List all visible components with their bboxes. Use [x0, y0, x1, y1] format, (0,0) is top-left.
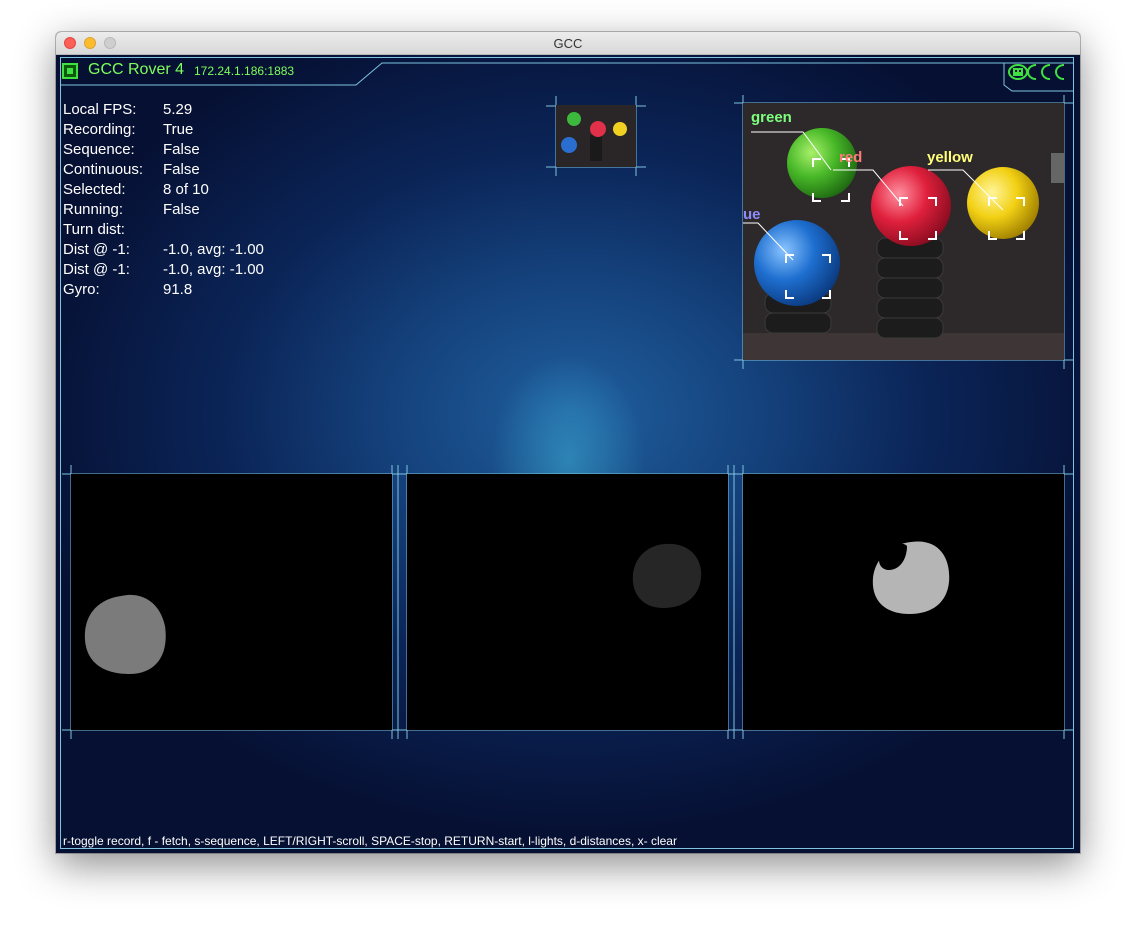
ball-label-red: red — [839, 149, 863, 166]
stat-label: Recording: — [63, 121, 136, 138]
mask-image-3 — [872, 541, 950, 614]
stat-value: 8 of 10 — [163, 181, 209, 198]
stat-value: False — [163, 141, 200, 158]
rover-address: 172.24.1.186:1883 — [194, 64, 295, 78]
stat-label: Local FPS: — [63, 101, 137, 118]
stat-row: Running: False — [63, 200, 264, 220]
camera-thumbnail[interactable] — [556, 105, 636, 167]
stat-label: Dist @ -1: — [63, 241, 130, 258]
stat-value: False — [163, 201, 200, 218]
stat-label: Running: — [63, 201, 124, 218]
app-window: GCC GCC Rover 4 172.24.1.186:1883 Local … — [56, 32, 1080, 853]
stat-value: 5.29 — [163, 101, 193, 118]
ball-label-blue: ue — [743, 206, 761, 223]
stat-value: False — [163, 161, 200, 178]
camera-view[interactable]: green red yellow ue — [743, 103, 1064, 360]
mask-panel-1[interactable] — [71, 474, 392, 730]
title-bar[interactable]: GCC — [56, 32, 1080, 55]
stat-label: Turn dist: — [63, 221, 125, 238]
mask-image-1 — [84, 594, 166, 674]
ball-label-yellow: yellow — [927, 149, 973, 166]
stat-row: Dist @ -1: -1.0, avg: -1.00 — [63, 260, 264, 280]
stat-row: Sequence: False — [63, 140, 264, 160]
stat-row: Continuous: False — [63, 160, 264, 180]
mask-panel-3[interactable] — [743, 474, 1064, 730]
camera-image — [743, 103, 1064, 360]
stat-value: -1.0, avg: -1.00 — [163, 261, 264, 278]
stat-row: Gyro: 91.8 — [63, 280, 264, 300]
stat-label: Gyro: — [63, 281, 100, 298]
status-indicator — [62, 63, 78, 79]
stat-row: Local FPS: 5.29 — [63, 100, 264, 120]
stat-value: True — [163, 121, 194, 138]
hud-canvas: GCC Rover 4 172.24.1.186:1883 Local FPS:… — [56, 55, 1080, 853]
window-title: GCC — [553, 36, 583, 51]
gcc-logo-icon — [1008, 64, 1065, 80]
keyboard-help-text: r-toggle record, f - fetch, s-sequence, … — [63, 834, 677, 848]
stats-panel: Local FPS: 5.29 Recording: True Sequence: Fal… — [63, 100, 264, 300]
rover-name: GCC Rover 4 — [88, 61, 185, 78]
stat-row: Turn dist: — [63, 220, 264, 240]
ball-label-green: green — [751, 109, 792, 126]
stat-label: Continuous: — [63, 161, 144, 178]
stat-label: Dist @ -1: — [63, 261, 130, 278]
stat-row: Selected: 8 of 10 — [63, 180, 264, 200]
stat-value: 91.8 — [163, 281, 193, 298]
mask-panel-2[interactable] — [407, 474, 728, 730]
stat-row: Dist @ -1: -1.0, avg: -1.00 — [63, 240, 264, 260]
stat-label: Selected: — [63, 181, 126, 198]
stat-row: Recording: True — [63, 120, 264, 140]
stat-label: Sequence: — [63, 141, 135, 158]
stat-value: -1.0, avg: -1.00 — [163, 241, 264, 258]
thumbnail-image — [556, 105, 636, 167]
mask-image-2 — [632, 543, 702, 608]
